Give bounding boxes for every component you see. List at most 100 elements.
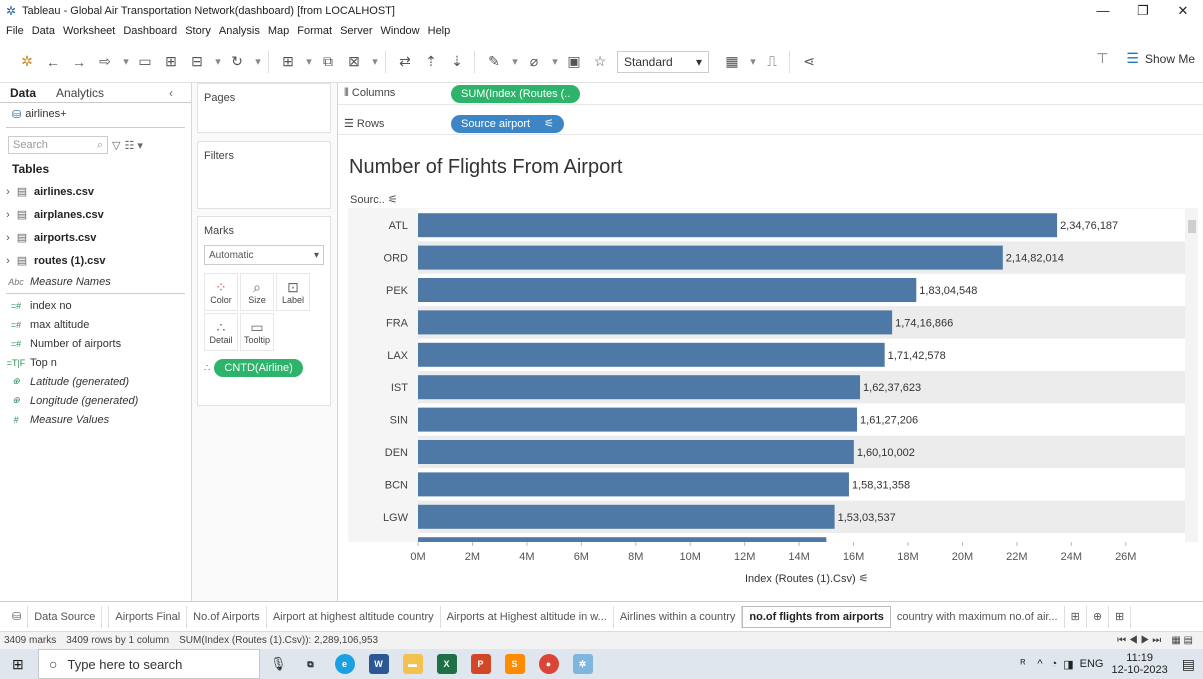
filters-card[interactable]: Filters bbox=[197, 141, 331, 209]
size-button[interactable]: ⌕ Size bbox=[240, 273, 274, 311]
refresh-icon[interactable]: ↻ bbox=[228, 50, 246, 74]
new-worksheet-icon[interactable]: ⊟ bbox=[188, 50, 206, 74]
new-worksheet-tab-icon[interactable]: ⊕ bbox=[1087, 605, 1110, 628]
bar[interactable] bbox=[418, 472, 849, 497]
table-item[interactable]: › ▤ airplanes.csv bbox=[0, 203, 191, 226]
mark-type-dropdown[interactable]: Automatic ▾ bbox=[204, 245, 324, 265]
menu-worksheet[interactable]: Worksheet bbox=[63, 25, 115, 37]
menu-window[interactable]: Window bbox=[381, 25, 420, 37]
save-icon[interactable]: ▭ bbox=[136, 50, 154, 74]
network-icon[interactable]: ◔ bbox=[1051, 658, 1058, 670]
category-label[interactable]: IST bbox=[391, 382, 408, 394]
powerpoint-icon[interactable]: P bbox=[470, 654, 491, 674]
field-item[interactable]: Abc Measure Names bbox=[0, 272, 191, 291]
clear-sheet-icon[interactable]: ⊠ bbox=[345, 50, 363, 74]
bar[interactable] bbox=[418, 213, 1058, 238]
excel-icon[interactable]: X bbox=[436, 654, 457, 674]
x-axis-title[interactable]: Index (Routes (1).Csv) ⚟ bbox=[745, 572, 869, 585]
table-item[interactable]: › ▤ airports.csv bbox=[0, 226, 191, 249]
dropdown-arrow-icon[interactable]: ▾ bbox=[305, 50, 313, 74]
field-item[interactable]: # Measure Values bbox=[0, 410, 191, 429]
color-button[interactable]: ⁘ Color bbox=[204, 273, 238, 311]
duplicate-icon[interactable]: ⧉ bbox=[319, 50, 337, 74]
category-label[interactable]: LAX bbox=[387, 350, 408, 362]
file-explorer-icon[interactable]: ▬ bbox=[402, 654, 423, 674]
menu-file[interactable]: File bbox=[6, 25, 24, 37]
columns-pill[interactable]: SUM(Index (Routes (.. bbox=[451, 84, 581, 103]
bar[interactable] bbox=[418, 440, 854, 464]
label-button[interactable]: ⊡ Label bbox=[276, 273, 310, 311]
chevron-right-icon[interactable]: › bbox=[2, 232, 14, 244]
bar[interactable] bbox=[418, 245, 1003, 270]
category-label[interactable]: ATL bbox=[389, 220, 408, 232]
category-label[interactable]: SIN bbox=[390, 415, 408, 427]
rows-pill[interactable]: Source airport ⚟ bbox=[451, 114, 564, 133]
row-header[interactable]: Sourc.. ⚟ bbox=[350, 193, 398, 206]
category-label[interactable]: PEK bbox=[386, 285, 409, 297]
field-item[interactable]: =T|F Top n bbox=[0, 353, 191, 372]
field-item[interactable]: =# Number of airports bbox=[0, 334, 191, 353]
taskbar-search-input[interactable]: ○ Type here to search bbox=[38, 649, 260, 679]
new-story-icon[interactable]: ⊞ bbox=[1109, 605, 1132, 628]
new-dashboard-icon[interactable]: ⊞ bbox=[1065, 605, 1087, 628]
bar[interactable] bbox=[418, 278, 917, 302]
swap-icon[interactable]: ⇄ bbox=[396, 50, 414, 74]
new-datasource-icon[interactable]: ⊞ bbox=[162, 50, 180, 74]
sheet-tab[interactable]: No.of Airports bbox=[187, 605, 267, 628]
bar[interactable] bbox=[418, 342, 885, 367]
sublime-icon[interactable]: S bbox=[504, 654, 525, 674]
show-labels-icon[interactable]: ▣ bbox=[565, 50, 583, 74]
tooltip-button[interactable]: ▭ Tooltip bbox=[240, 313, 274, 351]
sort-icon[interactable]: ⚟ bbox=[388, 194, 398, 206]
show-cards-icon[interactable]: ▦ bbox=[723, 50, 741, 74]
microphone-icon[interactable]: 🎙 bbox=[270, 656, 287, 672]
collapse-icon[interactable]: ‹ bbox=[159, 86, 183, 100]
chart-area[interactable]: ATL 2,34,76,187 ORD 2,14,82,014 PEK 1,83,04,5… bbox=[348, 208, 1193, 542]
category-label[interactable]: ORD bbox=[384, 253, 409, 265]
dropdown-arrow-icon[interactable]: ▾ bbox=[511, 50, 519, 74]
dropdown-arrow-icon[interactable]: ▾ bbox=[371, 50, 379, 74]
windows-start-icon[interactable]: ⊞ bbox=[12, 656, 24, 673]
speaker-icon[interactable]: ◨ bbox=[1063, 658, 1073, 671]
category-label[interactable]: LGW bbox=[383, 512, 409, 524]
minimize-icon[interactable]: — bbox=[1083, 0, 1123, 21]
bar[interactable] bbox=[418, 407, 858, 432]
restore-icon[interactable]: ❐ bbox=[1123, 0, 1163, 21]
sort-icon[interactable]: ⚟ bbox=[859, 573, 869, 585]
detail-button[interactable]: ∴ Detail bbox=[204, 313, 238, 351]
tab-data-source[interactable]: ⛁ Data Source bbox=[0, 605, 110, 628]
category-label[interactable]: DEN bbox=[385, 447, 408, 459]
table-item[interactable]: › ▤ routes (1).csv bbox=[0, 249, 191, 272]
close-icon[interactable]: ✕ bbox=[1163, 0, 1203, 21]
undo-icon[interactable]: ← bbox=[44, 50, 62, 74]
bar[interactable] bbox=[418, 310, 893, 335]
chrome-icon[interactable]: ● bbox=[538, 654, 559, 674]
sheet-tab[interactable]: Airlines within a country bbox=[614, 605, 743, 628]
scrollbar-thumb[interactable] bbox=[1188, 220, 1196, 233]
sort-ascending-icon[interactable]: ⇡ bbox=[422, 50, 440, 74]
table-item[interactable]: › ▤ airlines.csv bbox=[0, 180, 191, 203]
cntd-airline-pill[interactable]: CNTD(Airline) bbox=[214, 359, 303, 377]
tab-data[interactable]: Data bbox=[0, 86, 46, 100]
presentation-icon[interactable]: ⎍ bbox=[763, 50, 781, 74]
chevron-right-icon[interactable]: › bbox=[2, 209, 14, 221]
sheet-tab[interactable]: country with maximum no.of air... bbox=[891, 605, 1065, 628]
sheet-tab-active[interactable]: no.of flights from airports bbox=[742, 605, 891, 628]
menu-analysis[interactable]: Analysis bbox=[219, 25, 260, 37]
search-input[interactable]: Search ⌕ bbox=[8, 136, 108, 154]
dropdown-arrow-icon[interactable]: ▾ bbox=[122, 50, 130, 74]
menu-data[interactable]: Data bbox=[32, 25, 55, 37]
fit-dropdown[interactable]: Standard ▾ bbox=[617, 50, 709, 73]
people-icon[interactable]: ᴿ bbox=[1020, 658, 1025, 670]
new-sheet-icon[interactable]: ⊞ bbox=[279, 50, 297, 74]
bar[interactable] bbox=[418, 375, 861, 400]
field-item[interactable]: =# max altitude bbox=[0, 315, 191, 334]
category-label[interactable]: BCN bbox=[385, 479, 408, 491]
task-view-icon[interactable]: ⧉ bbox=[300, 654, 321, 674]
menu-dashboard[interactable]: Dashboard bbox=[123, 25, 177, 37]
language-indicator[interactable]: ENG bbox=[1080, 658, 1104, 670]
sheet-tab[interactable]: Airports Final bbox=[109, 605, 188, 628]
replay-icon[interactable]: ⇨ bbox=[96, 50, 114, 74]
group-icon[interactable]: ⌀ bbox=[525, 50, 543, 74]
dropdown-arrow-icon[interactable]: ▾ bbox=[551, 50, 559, 74]
